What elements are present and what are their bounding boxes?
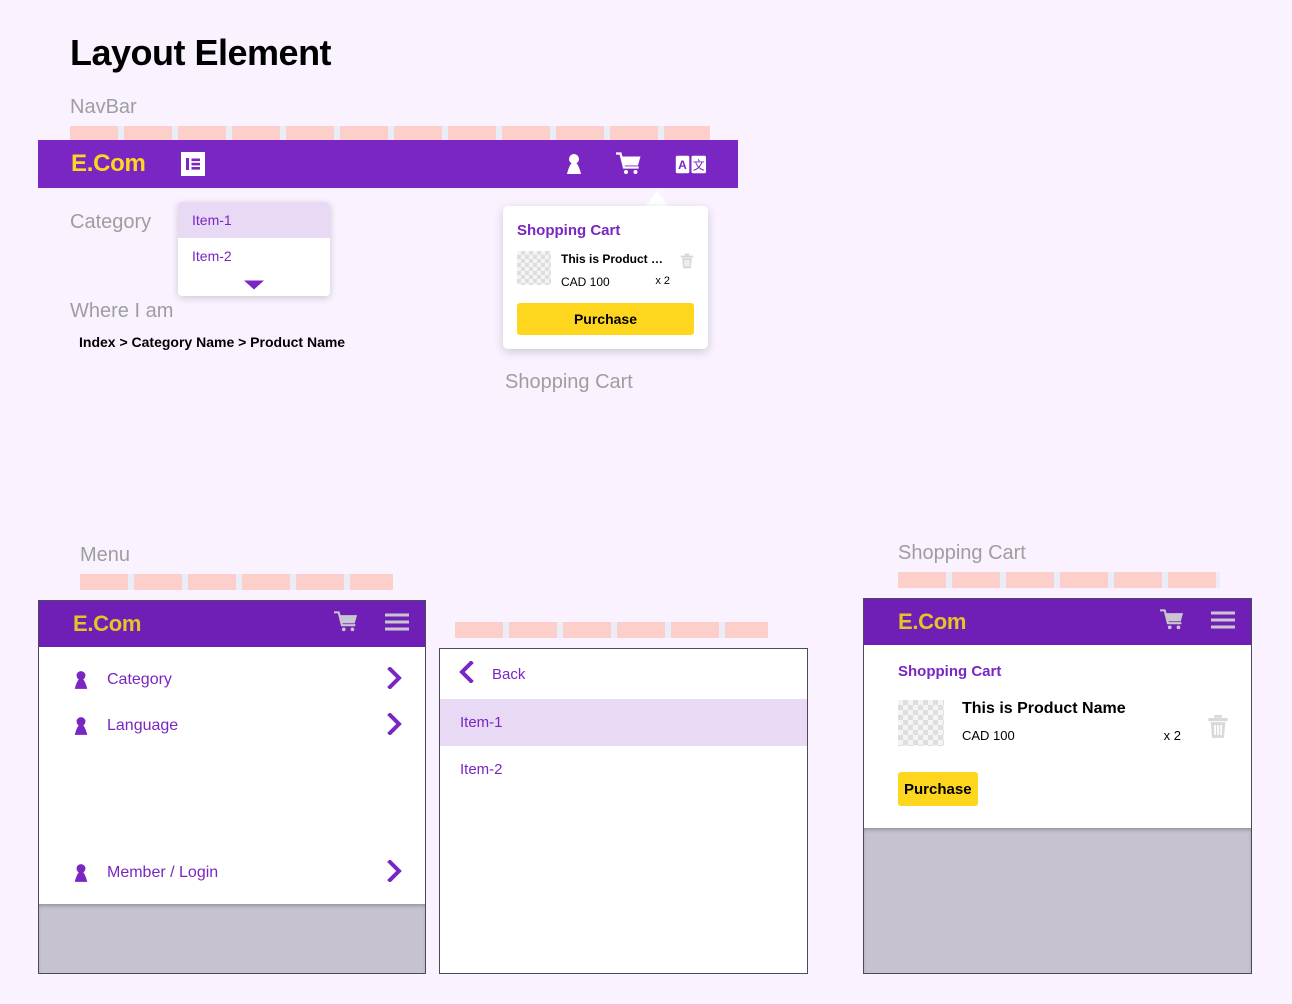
placeholder-block	[509, 622, 557, 638]
section-label-category: Category	[70, 211, 152, 233]
mobile-submenu-item-label: Item-1	[460, 714, 503, 731]
list-icon[interactable]	[180, 152, 205, 176]
section-label-shopping-cart-mobile: Shopping Cart	[898, 542, 1026, 564]
cart-popover-title: Shopping Cart	[517, 222, 621, 239]
product-price: CAD 100	[962, 728, 1015, 743]
mobile-submenu-panel: Back Item-1 Item-2	[439, 648, 808, 974]
purchase-button[interactable]: Purchase	[517, 303, 694, 335]
cart-popover-caret	[645, 191, 669, 207]
mobile-menu-row-label: Category	[107, 671, 172, 688]
section-label-menu: Menu	[80, 544, 131, 566]
mobile-menu-row-category[interactable]: Category	[39, 657, 425, 703]
product-name: This is Product Na...	[561, 252, 670, 266]
breadcrumb[interactable]: Index > Category Name > Product Name	[79, 334, 345, 350]
placeholder-block	[617, 622, 665, 638]
section-label-shopping-cart: Shopping Cart	[505, 371, 633, 393]
chevron-right-icon	[387, 858, 403, 887]
placeholder-block	[1114, 572, 1162, 588]
translate-icon[interactable]: A 文	[675, 155, 707, 174]
hamburger-icon[interactable]	[1211, 611, 1235, 634]
member-icon	[73, 716, 95, 736]
chevron-down-icon[interactable]	[178, 274, 330, 296]
mobile-menu-row-language[interactable]: Language	[39, 703, 425, 749]
placeholder-strip-menu	[80, 574, 393, 590]
mobile-menu-row-member-login[interactable]: Member / Login	[39, 850, 425, 896]
mobile-submenu-item-label: Item-2	[460, 761, 503, 778]
mobile-cart-backdrop[interactable]	[864, 828, 1251, 973]
cart-popover-item: This is Product Na... CAD 100 x 2	[517, 251, 694, 289]
placeholder-block	[350, 574, 393, 590]
member-icon	[73, 670, 95, 690]
mobile-cart-navbar: E.Com	[864, 599, 1251, 645]
placeholder-block	[952, 572, 1000, 588]
navbar-actions: A 文	[565, 152, 707, 176]
product-price: CAD 100	[561, 275, 610, 289]
placeholder-block	[898, 572, 946, 588]
placeholder-block	[242, 574, 290, 590]
placeholder-block	[134, 574, 182, 590]
hamburger-icon[interactable]	[385, 613, 409, 636]
svg-text:A: A	[678, 158, 687, 172]
placeholder-block	[1060, 572, 1108, 588]
section-label-navbar: NavBar	[70, 96, 137, 118]
product-quantity: x 2	[655, 275, 670, 287]
chevron-left-icon	[458, 660, 474, 687]
placeholder-strip-cart	[898, 572, 1220, 588]
chevron-right-icon	[387, 711, 403, 740]
cart-icon[interactable]	[333, 610, 359, 638]
purchase-button[interactable]: Purchase	[898, 772, 978, 806]
dropdown-item-label: Item-2	[192, 248, 232, 264]
placeholder-block	[671, 622, 719, 638]
brand-logo[interactable]: E.Com	[71, 150, 146, 178]
brand-logo[interactable]: E.Com	[73, 611, 141, 637]
product-name: This is Product Name	[962, 700, 1126, 717]
placeholder-block	[1168, 572, 1216, 588]
dropdown-item-2[interactable]: Item-2	[178, 238, 330, 274]
dropdown-item-1[interactable]: Item-1	[178, 202, 330, 238]
chevron-right-icon	[387, 665, 403, 694]
placeholder-block	[80, 574, 128, 590]
category-dropdown: Item-1 Item-2	[178, 202, 330, 296]
member-icon[interactable]	[565, 153, 583, 175]
mobile-submenu-back-label: Back	[492, 665, 526, 683]
placeholder-block	[188, 574, 236, 590]
dropdown-item-label: Item-1	[192, 212, 232, 228]
trash-icon[interactable]	[680, 253, 694, 274]
placeholder-block	[296, 574, 344, 590]
section-label-where-i-am: Where I am	[70, 300, 174, 322]
mobile-cart-panel: E.Com Shopping Cart This is Product Name…	[863, 598, 1252, 974]
placeholder-block	[455, 622, 503, 638]
mobile-menu-backdrop[interactable]	[39, 904, 425, 973]
mobile-submenu-item-1[interactable]: Item-1	[440, 699, 807, 746]
cart-icon[interactable]	[616, 152, 642, 176]
trash-icon[interactable]	[1207, 714, 1231, 744]
cart-popover: Shopping Cart This is Product Na... CAD …	[503, 206, 708, 349]
placeholder-block	[1006, 572, 1054, 588]
placeholder-strip-submenu	[455, 622, 768, 638]
mobile-submenu-item-2[interactable]: Item-2	[440, 746, 807, 793]
placeholder-block	[725, 622, 768, 638]
cart-icon[interactable]	[1159, 608, 1185, 636]
product-thumbnail	[517, 251, 551, 285]
mobile-submenu-back[interactable]: Back	[440, 649, 807, 699]
mobile-menu-panel: E.Com Category Language Member / Login	[38, 600, 426, 974]
mobile-menu-row-label: Member / Login	[107, 864, 219, 881]
page-title: Layout Element	[70, 32, 332, 73]
brand-logo[interactable]: E.Com	[898, 609, 966, 635]
placeholder-block	[563, 622, 611, 638]
member-icon	[73, 863, 95, 883]
product-thumbnail	[898, 700, 944, 746]
mobile-cart-title: Shopping Cart	[898, 663, 1002, 680]
mobile-cart-item: This is Product Name CAD 100 x 2	[898, 700, 1231, 746]
product-quantity: x 2	[1163, 728, 1181, 743]
desktop-navbar: E.Com A 文	[38, 140, 738, 188]
mobile-menu-row-label: Language	[107, 717, 179, 734]
svg-text:文: 文	[693, 157, 705, 172]
mobile-menu-navbar: E.Com	[39, 601, 425, 647]
placeholder-gap	[1216, 572, 1220, 588]
